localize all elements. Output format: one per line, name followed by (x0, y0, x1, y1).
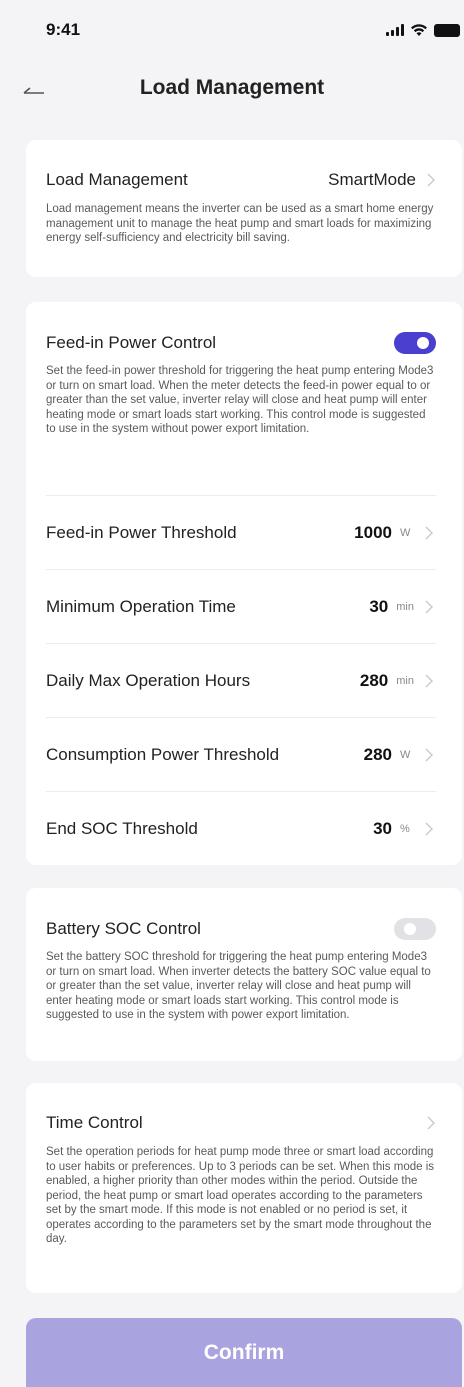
battery-soc-title: Battery SOC Control (46, 919, 201, 938)
load-management-mode: SmartMode (328, 170, 416, 189)
load-management-description: Load management means the inverter can b… (46, 203, 434, 244)
battery-soc-header: Battery SOC Control (46, 918, 436, 940)
time-control-description: Set the operation periods for heat pump … (46, 1146, 435, 1245)
param-label: Consumption Power Threshold (46, 744, 280, 764)
param-value: 30 min (369, 597, 436, 617)
param-row-feed-in-power-threshold[interactable]: Feed-in Power Threshold 1000 W (46, 495, 436, 569)
param-label: Feed-in Power Threshold (46, 522, 237, 542)
param-row-end-soc-threshold[interactable]: End SOC Threshold 30 % (46, 791, 436, 865)
chevron-right-icon (427, 173, 435, 187)
param-value: 280 W (364, 745, 436, 765)
param-row-minimum-operation-time[interactable]: Minimum Operation Time 30 min (46, 569, 436, 643)
param-number: 30 (369, 596, 389, 616)
param-value: 30 % (373, 819, 436, 839)
chevron-right-icon (425, 674, 433, 687)
param-number: 1000 (354, 522, 392, 542)
chevron-right-icon (425, 748, 433, 761)
feed-in-toggle[interactable] (394, 332, 436, 354)
param-label: Minimum Operation Time (46, 596, 236, 616)
time-control-card[interactable]: Time Control Set the operation periods f… (26, 1083, 462, 1293)
feed-in-description: Set the feed-in power threshold for trig… (46, 365, 434, 435)
param-unit: W (400, 748, 411, 761)
cellular-signal-icon (386, 24, 404, 36)
chevron-right-icon (425, 526, 433, 539)
param-number: 280 (363, 744, 392, 764)
param-unit: % (400, 822, 410, 835)
param-row-consumption-power-threshold[interactable]: Consumption Power Threshold 280 W (46, 717, 436, 791)
page-title: Load Management (139, 76, 325, 99)
chevron-right-icon (425, 600, 433, 613)
param-value: 1000 W (354, 523, 436, 543)
time-control-header: Time Control (46, 1113, 438, 1133)
time-control-title: Time Control (46, 1113, 143, 1132)
param-number: 30 (373, 818, 392, 838)
battery-icon (434, 23, 460, 37)
load-management-label: Load Management (46, 170, 188, 189)
status-bar: 9:41 (0, 0, 464, 60)
load-management-row[interactable]: Load Management SmartMode (46, 170, 438, 190)
param-unit: W (400, 526, 411, 539)
chevron-right-icon (425, 822, 433, 835)
battery-soc-toggle[interactable] (394, 918, 436, 940)
param-unit: min (396, 674, 414, 687)
status-icons (386, 22, 464, 38)
param-value: 280 min (360, 671, 436, 691)
param-label: Daily Max Operation Hours (46, 670, 251, 690)
param-unit: min (396, 600, 414, 613)
load-management-value: SmartMode (328, 170, 438, 190)
confirm-button[interactable]: Confirm (26, 1318, 462, 1387)
feed-in-title: Feed-in Power Control (46, 333, 217, 352)
chevron-right-icon (427, 1116, 435, 1130)
battery-soc-control-card: Battery SOC Control Set the battery SOC … (26, 888, 462, 1061)
toggle-knob (417, 337, 429, 349)
param-label: End SOC Threshold (46, 818, 198, 838)
battery-soc-description: Set the battery SOC threshold for trigge… (46, 951, 431, 1021)
param-number: 280 (359, 670, 389, 690)
nav-bar: Load Management (0, 60, 464, 116)
param-row-daily-max-operation-hours[interactable]: Daily Max Operation Hours 280 min (46, 643, 436, 717)
feed-in-header: Feed-in Power Control (46, 332, 436, 354)
status-time: 9:41 (46, 20, 81, 39)
toggle-knob (404, 923, 416, 935)
load-management-card[interactable]: Load Management SmartMode Load managemen… (26, 140, 462, 277)
wifi-icon (411, 24, 427, 36)
feed-in-power-control-card: Feed-in Power Control Set the feed-in po… (26, 302, 462, 865)
